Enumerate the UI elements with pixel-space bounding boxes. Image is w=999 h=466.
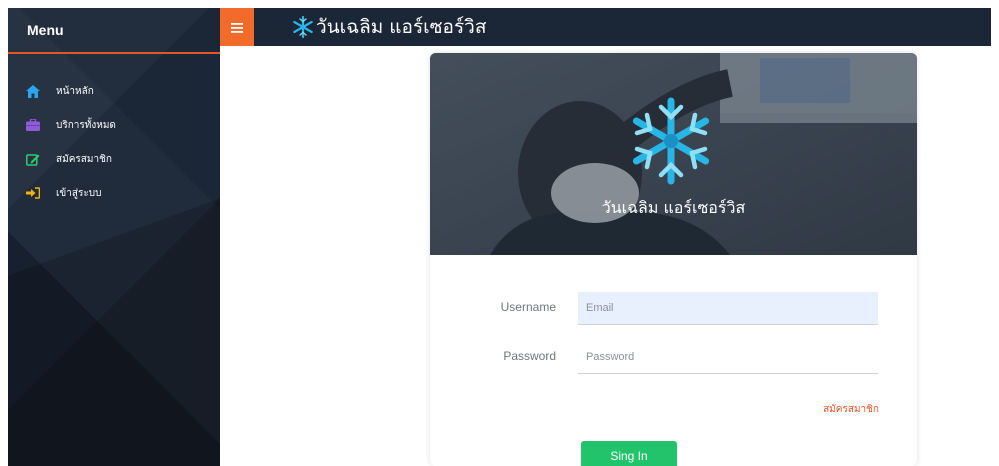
snowflake-icon — [292, 15, 314, 39]
sidebar-title: Menu — [27, 22, 64, 38]
sidebar-item-label: หน้าหลัก — [56, 85, 94, 97]
sidebar-item-label: เข้าสู่ระบบ — [56, 187, 102, 199]
hamburger-icon — [231, 18, 243, 37]
sidebar-item-services[interactable]: บริการทั้งหมด — [8, 108, 220, 142]
sidebar-item-register[interactable]: สมัครสมาชิก — [8, 142, 220, 176]
home-icon — [26, 84, 40, 98]
brand[interactable]: วันเฉลิม แอร์เซอร์วิส — [292, 12, 486, 42]
briefcase-icon — [26, 118, 40, 132]
login-card: วันเฉลิม แอร์เซอร์วิส Username Password … — [430, 53, 917, 466]
brand-name: วันเฉลิม แอร์เซอร์วิส — [316, 16, 487, 38]
snowflake-icon — [623, 93, 719, 189]
sign-in-button[interactable]: Sing In — [581, 441, 677, 466]
sidebar-item-login[interactable]: เข้าสู่ระบบ — [8, 176, 220, 210]
sidebar-header: Menu — [8, 8, 220, 54]
sidebar-menu: หน้าหลัก บริการทั้งหมด สมัครสมาชิก เข้าส… — [8, 54, 220, 210]
hero-banner: วันเฉลิม แอร์เซอร์วิส — [430, 53, 917, 255]
sidebar-item-label: บริการทั้งหมด — [56, 119, 116, 131]
sidebar-item-home[interactable]: หน้าหลัก — [8, 74, 220, 108]
sidebar-item-label: สมัครสมาชิก — [56, 153, 112, 165]
top-navbar: วันเฉลิม แอร์เซอร์วิส — [220, 8, 991, 46]
password-label: Password — [503, 349, 556, 363]
hero-title: วันเฉลิม แอร์เซอร์วิส — [601, 198, 746, 217]
password-row: Password — [430, 341, 917, 375]
edit-icon — [26, 152, 40, 166]
register-link[interactable]: สมัครสมาชิก — [823, 402, 879, 417]
login-page: Menu หน้าหลัก บริการทั้งหมด สมัครสมาชิก — [0, 0, 999, 466]
sign-in-icon — [26, 186, 40, 200]
username-label: Username — [500, 300, 556, 314]
menu-toggle-button[interactable] — [220, 8, 254, 46]
username-input[interactable] — [578, 292, 878, 325]
sidebar: Menu หน้าหลัก บริการทั้งหมด สมัครสมาชิก — [8, 8, 220, 466]
username-row: Username — [430, 292, 917, 326]
password-input[interactable] — [578, 341, 878, 374]
